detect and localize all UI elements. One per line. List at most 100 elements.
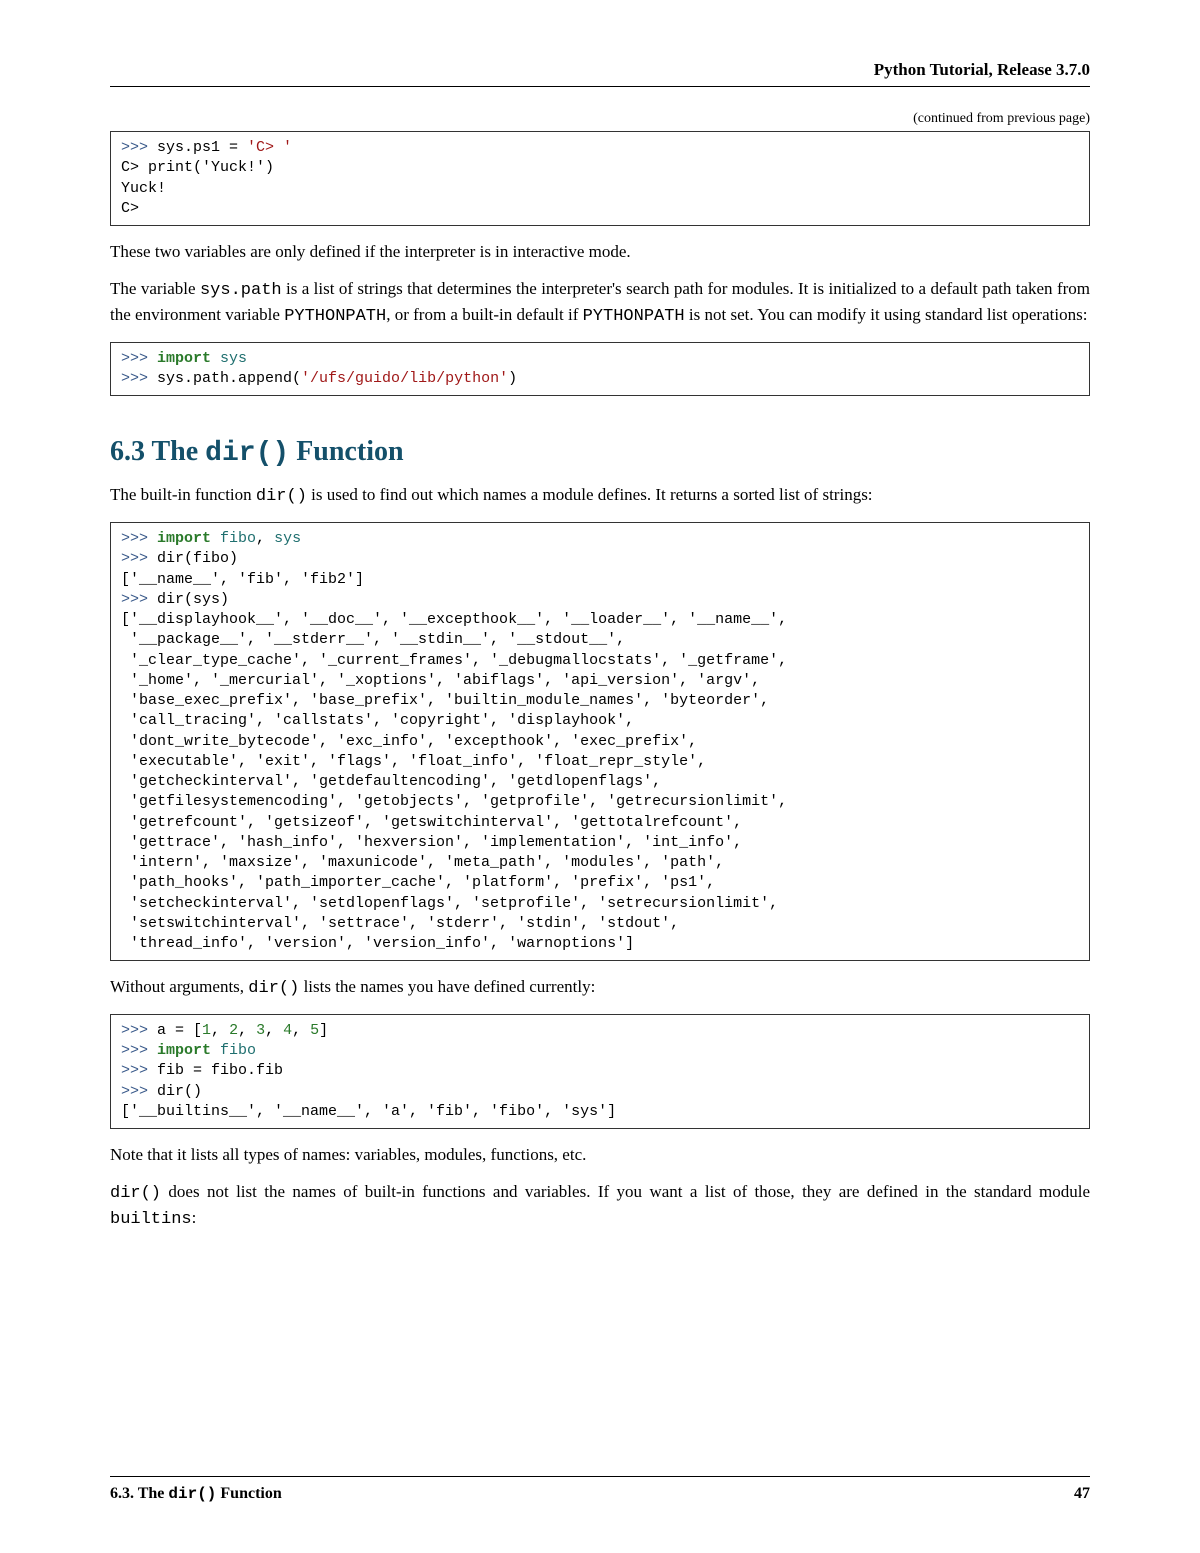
prompt: >>> bbox=[121, 591, 157, 608]
code-output: 'getfilesystemencoding', 'getobjects', '… bbox=[121, 793, 787, 810]
number: 5 bbox=[310, 1022, 319, 1039]
text: Without arguments, bbox=[110, 977, 248, 996]
code-output: 'setswitchinterval', 'settrace', 'stderr… bbox=[121, 915, 679, 932]
prompt: >>> bbox=[121, 370, 157, 387]
code-output: '_home', '_mercurial', '_xoptions', 'abi… bbox=[121, 672, 760, 689]
module-name: fibo bbox=[211, 530, 256, 547]
paragraph: The built-in function dir() is used to f… bbox=[110, 483, 1090, 510]
inline-code: PYTHONPATH bbox=[583, 307, 685, 326]
prompt: >>> bbox=[121, 350, 157, 367]
code-text: dir(fibo) bbox=[157, 550, 238, 567]
code-text: C> print('Yuck!') bbox=[121, 159, 274, 176]
paragraph: dir() does not list the names of built-i… bbox=[110, 1180, 1090, 1233]
text: Function bbox=[216, 1485, 281, 1502]
code-text: , bbox=[265, 1022, 283, 1039]
code-text: , bbox=[292, 1022, 310, 1039]
code-text: , bbox=[211, 1022, 229, 1039]
number: 1 bbox=[202, 1022, 211, 1039]
inline-code: PYTHONPATH bbox=[284, 307, 386, 326]
code-text: , bbox=[238, 1022, 256, 1039]
code-block-syspath: >>> import sys >>> sys.path.append('/ufs… bbox=[110, 342, 1090, 397]
section-number: 6.3 bbox=[110, 436, 145, 467]
inline-code: sys.path bbox=[200, 281, 282, 300]
code-output: 'setcheckinterval', 'setdlopenflags', 's… bbox=[121, 895, 778, 912]
inline-code: dir() bbox=[110, 1184, 161, 1203]
code-output: 'getcheckinterval', 'getdefaultencoding'… bbox=[121, 773, 661, 790]
code-output: 'intern', 'maxsize', 'maxunicode', 'meta… bbox=[121, 854, 724, 871]
code-output: 'getrefcount', 'getsizeof', 'getswitchin… bbox=[121, 814, 742, 831]
code-output: 'executable', 'exit', 'flags', 'float_in… bbox=[121, 753, 706, 770]
inline-code: dir() bbox=[168, 1485, 216, 1503]
code-string: 'C> ' bbox=[247, 139, 292, 156]
code-text: dir(sys) bbox=[157, 591, 229, 608]
continued-label: (continued from previous page) bbox=[110, 111, 1090, 127]
code-output: '__package__', '__stderr__', '__stdin__'… bbox=[121, 631, 625, 648]
page: Python Tutorial, Release 3.7.0 (continue… bbox=[0, 0, 1200, 1553]
prompt: >>> bbox=[121, 139, 157, 156]
header-rule bbox=[110, 86, 1090, 87]
code-text: , bbox=[256, 530, 265, 547]
footer-section-label: 6.3. The dir() Function bbox=[110, 1485, 282, 1503]
code-output: 'call_tracing', 'callstats', 'copyright'… bbox=[121, 712, 634, 729]
prompt: >>> bbox=[121, 530, 157, 547]
text: : bbox=[192, 1208, 197, 1227]
text: lists the names you have defined current… bbox=[299, 977, 595, 996]
inline-code: dir() bbox=[248, 979, 299, 998]
code-output: ['__name__', 'fib', 'fib2'] bbox=[121, 571, 364, 588]
text: does not list the names of built-in func… bbox=[161, 1182, 1090, 1201]
code-output: 'path_hooks', 'path_importer_cache', 'pl… bbox=[121, 874, 715, 891]
code-text: dir() bbox=[157, 1083, 202, 1100]
text: The built-in function bbox=[110, 485, 256, 504]
keyword: import bbox=[157, 530, 211, 547]
inline-code: dir() bbox=[256, 487, 307, 506]
text: Function bbox=[289, 436, 403, 467]
code-text: fib = fibo.fib bbox=[157, 1062, 283, 1079]
code-block-ps1: >>> sys.ps1 = 'C> ' C> print('Yuck!') Yu… bbox=[110, 131, 1090, 226]
module-name: sys bbox=[265, 530, 301, 547]
number: 3 bbox=[256, 1022, 265, 1039]
prompt: >>> bbox=[121, 1062, 157, 1079]
paragraph: Note that it lists all types of names: v… bbox=[110, 1143, 1090, 1168]
prompt: >>> bbox=[121, 1022, 157, 1039]
code-output: 'thread_info', 'version', 'version_info'… bbox=[121, 935, 634, 952]
number: 2 bbox=[229, 1022, 238, 1039]
paragraph: Without arguments, dir() lists the names… bbox=[110, 975, 1090, 1002]
code-output: ['__displayhook__', '__doc__', '__except… bbox=[121, 611, 787, 628]
prompt: >>> bbox=[121, 1042, 157, 1059]
code-text: Yuck! bbox=[121, 180, 166, 197]
paragraph: The variable sys.path is a list of strin… bbox=[110, 277, 1090, 330]
footer-rule bbox=[110, 1476, 1090, 1477]
code-output: 'gettrace', 'hash_info', 'hexversion', '… bbox=[121, 834, 742, 851]
code-block-dir: >>> import fibo, sys >>> dir(fibo) ['__n… bbox=[110, 522, 1090, 961]
code-output: '_clear_type_cache', '_current_frames', … bbox=[121, 652, 787, 669]
code-block-dir-noargs: >>> a = [1, 2, 3, 4, 5] >>> import fibo … bbox=[110, 1014, 1090, 1129]
code-output: 'base_exec_prefix', 'base_prefix', 'buil… bbox=[121, 692, 769, 709]
text: , or from a built-in default if bbox=[386, 305, 582, 324]
footer-row: 6.3. The dir() Function 47 bbox=[110, 1485, 1090, 1503]
number: 4 bbox=[283, 1022, 292, 1039]
inline-code: builtins bbox=[110, 1210, 192, 1229]
page-number: 47 bbox=[1074, 1485, 1090, 1503]
module-name: sys bbox=[211, 350, 247, 367]
keyword: import bbox=[157, 350, 211, 367]
text: The bbox=[145, 436, 205, 467]
text: is not set. You can modify it using stan… bbox=[685, 305, 1088, 324]
prompt: >>> bbox=[121, 1083, 157, 1100]
code-text: C> bbox=[121, 200, 139, 217]
text: The variable bbox=[110, 279, 200, 298]
code-string: '/ufs/guido/lib/python' bbox=[301, 370, 508, 387]
page-footer: 6.3. The dir() Function 47 bbox=[110, 1476, 1090, 1503]
code-output: 'dont_write_bytecode', 'exc_info', 'exce… bbox=[121, 733, 697, 750]
paragraph: These two variables are only defined if … bbox=[110, 240, 1090, 265]
text: 6.3. The bbox=[110, 1485, 168, 1502]
code-output: ['__builtins__', '__name__', 'a', 'fib',… bbox=[121, 1103, 616, 1120]
section-heading: 6.3 The dir() Function bbox=[110, 436, 1090, 469]
module-name: fibo bbox=[211, 1042, 256, 1059]
code-text: sys.ps1 = bbox=[157, 139, 247, 156]
code-text: sys.path.append( bbox=[157, 370, 301, 387]
keyword: import bbox=[157, 1042, 211, 1059]
inline-code: dir() bbox=[205, 438, 289, 469]
text: is used to find out which names a module… bbox=[307, 485, 873, 504]
prompt: >>> bbox=[121, 550, 157, 567]
code-text: ] bbox=[319, 1022, 328, 1039]
